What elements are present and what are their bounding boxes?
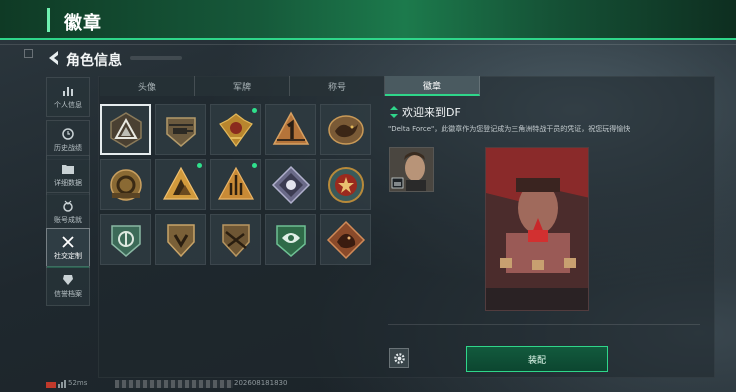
tab-dogtag[interactable]: 军牌 [195, 76, 290, 96]
player-avatar [389, 147, 434, 192]
badge-rocket-triangle[interactable] [210, 159, 261, 210]
eagle-crown-badge-icon [219, 113, 253, 148]
shield-check-icon [63, 274, 73, 285]
expand-arrows-icon [390, 106, 398, 118]
equip-button[interactable]: 装配 [466, 346, 608, 372]
badge-rifle-shield[interactable] [210, 214, 261, 265]
title-accent-tick [47, 8, 50, 32]
dogtag-card-preview [485, 147, 589, 311]
top-bar: 徽章 [0, 0, 736, 40]
corner-decoration [24, 49, 33, 58]
avatar-portrait [390, 148, 433, 191]
badge-mountain-gold[interactable] [155, 159, 206, 210]
new-indicator-dot [197, 163, 202, 168]
gear-icon [393, 352, 405, 364]
nav-item-reputation[interactable]: 信誉档案 [46, 266, 90, 306]
helicopter-badge-icon [166, 117, 196, 147]
badge-eagle-crown[interactable] [210, 104, 261, 155]
page-title: 徽章 [64, 13, 102, 34]
gear-crest-badge-icon [110, 169, 142, 201]
badge-star-circle[interactable] [320, 159, 371, 210]
badge-rose-diamond[interactable] [265, 159, 316, 210]
record-clock-icon [62, 127, 74, 140]
green-hex-badge-icon [276, 225, 306, 257]
rose-diamond-badge-icon [271, 165, 311, 205]
rifle-shield-badge-icon [222, 224, 250, 258]
badge-title: 欢迎来到DF [402, 106, 461, 119]
folder-icon [62, 164, 74, 174]
card-portrait [486, 148, 588, 310]
section-title: 角色信息 [66, 53, 122, 69]
network-signal-icon [46, 380, 66, 388]
settings-button[interactable] [389, 348, 409, 368]
new-indicator-dot [252, 163, 257, 168]
number-one-badge-icon [272, 111, 310, 145]
nav-item-social-custom[interactable]: 社交定制 [46, 228, 90, 268]
tab-badge[interactable]: 徽章 [385, 76, 480, 96]
header-blurred-text [130, 56, 182, 60]
back-arrow-icon[interactable] [46, 50, 60, 66]
dragon-diamond-badge-icon [326, 220, 366, 260]
badge-green-hex[interactable] [265, 214, 316, 265]
badge-green-emblem[interactable] [100, 214, 151, 265]
tab-avatar[interactable]: 头像 [100, 76, 195, 96]
nav-label: 账号成就 [54, 215, 82, 224]
delta-triangle-badge-icon [110, 112, 142, 148]
rocket-triangle-badge-icon [217, 166, 255, 200]
badge-number-one[interactable] [265, 104, 316, 155]
dragon-oval-badge-icon [328, 115, 364, 145]
badge-helicopter[interactable] [155, 104, 206, 155]
medal-icon [63, 200, 73, 212]
nav-label: 详细数据 [54, 178, 82, 187]
tab-title[interactable]: 称号 [290, 76, 385, 96]
badge-gear-crest[interactable] [100, 159, 151, 210]
uid-text: 202608181830 [234, 379, 288, 387]
bar-chart-icon [63, 86, 73, 96]
detail-divider [388, 324, 700, 325]
ping-text: 52ms [68, 379, 88, 387]
nav-label: 信誉档案 [54, 289, 82, 298]
badge-scout-shield[interactable] [155, 214, 206, 265]
nav-item-personal-info[interactable]: 个人信息 [46, 77, 90, 117]
nav-item-achievements[interactable]: 账号成就 [46, 192, 90, 232]
divider [0, 44, 736, 45]
mountain-gold-badge-icon [162, 166, 200, 200]
scout-shield-badge-icon [167, 224, 195, 258]
badge-dragon-oval[interactable] [320, 104, 371, 155]
blurred-uid [115, 380, 233, 388]
new-indicator-dot [252, 108, 257, 113]
badge-delta-force-welcome[interactable] [100, 104, 151, 155]
green-emblem-badge-icon [111, 225, 141, 257]
star-circle-badge-icon [328, 167, 364, 203]
nav-label: 个人信息 [54, 100, 82, 109]
nav-label: 历史战绩 [54, 143, 82, 152]
nav-item-detailed-data[interactable]: 详细数据 [46, 155, 90, 195]
nav-item-history-record[interactable]: 历史战绩 [46, 120, 90, 160]
nav-label: 社交定制 [54, 251, 82, 260]
crossed-tools-icon [62, 235, 74, 248]
badge-dragon-diamond[interactable] [320, 214, 371, 265]
badge-description: "Delta Force"，此徽章作为您登记成为三角洲特战干员的凭证，祝您玩得愉… [388, 125, 631, 133]
